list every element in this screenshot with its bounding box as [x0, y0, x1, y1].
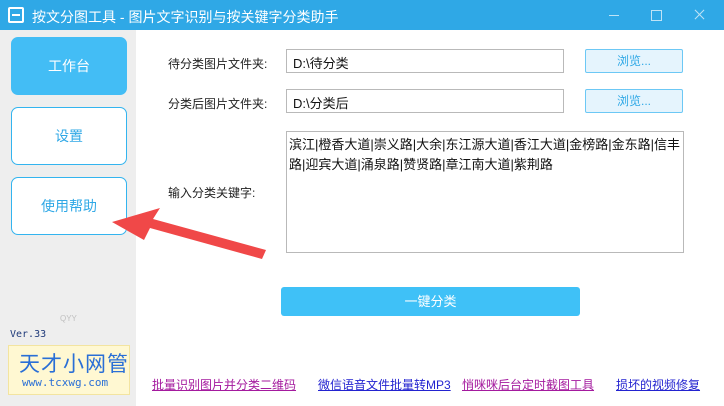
dest-folder-label: 分类后图片文件夹:: [168, 97, 268, 111]
browse-dest-button[interactable]: 浏览...: [585, 89, 683, 113]
window-title: 按文分图工具 - 图片文字识别与按关键字分类助手: [32, 9, 339, 25]
app-logo-icon: [8, 7, 24, 23]
source-folder-label: 待分类图片文件夹:: [168, 57, 268, 71]
footer-link-video-repair[interactable]: 损坏的视频修复: [616, 376, 700, 393]
footer-link-screenshot-tool[interactable]: 悄咪咪后台定时截图工具: [462, 376, 594, 393]
maximize-icon[interactable]: [638, 0, 674, 30]
sidebar-item-help[interactable]: 使用帮助: [11, 177, 127, 235]
keywords-textarea[interactable]: 滨江|橙香大道|崇义路|大余|东江源大道|香江大道|金榜路|金东路|信丰路|迎宾…: [286, 131, 684, 253]
browse-source-button[interactable]: 浏览...: [585, 49, 683, 73]
title-bar: 按文分图工具 - 图片文字识别与按关键字分类助手: [0, 0, 724, 30]
version-label: Ver.33: [10, 329, 47, 340]
keywords-label: 输入分类关键字:: [168, 186, 256, 200]
footer-link-wechat-mp3[interactable]: 微信语音文件批量转MP3: [318, 376, 451, 393]
sidebar-item-workbench[interactable]: 工作台: [11, 37, 127, 95]
classify-button[interactable]: 一键分类: [281, 287, 580, 316]
brand-logo-name: 天才小网管: [19, 353, 129, 376]
footer-link-qr-classify[interactable]: 批量识别图片并分类二维码: [152, 376, 296, 393]
brand-logo[interactable]: 天才小网管 www.tcxwg.com: [8, 345, 130, 395]
close-icon[interactable]: [682, 0, 718, 30]
brand-logo-url: www.tcxwg.com: [22, 376, 109, 389]
sidebar-item-settings[interactable]: 设置: [11, 107, 127, 165]
dest-folder-field[interactable]: D:\分类后: [286, 89, 564, 113]
minimize-icon[interactable]: [596, 0, 632, 30]
source-folder-field[interactable]: D:\待分类: [286, 49, 564, 73]
author-watermark: QYY: [60, 314, 77, 323]
